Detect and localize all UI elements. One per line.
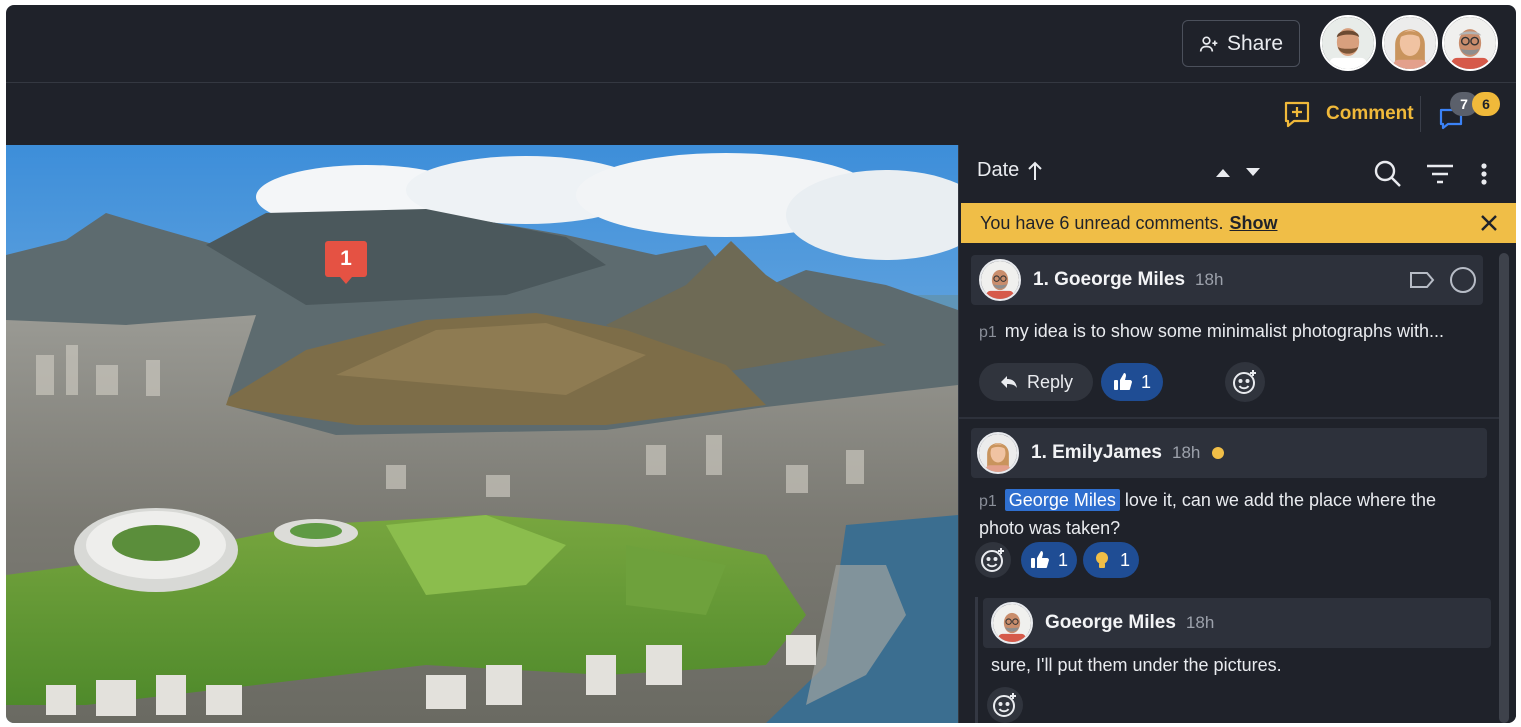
unread-banner-text: You have 6 unread comments. bbox=[980, 212, 1224, 233]
sort-label: Date bbox=[977, 159, 1020, 181]
divider bbox=[959, 417, 1499, 419]
avatar bbox=[991, 602, 1033, 644]
reply-thread-line bbox=[975, 597, 978, 723]
comment-header[interactable]: 1. EmilyJames 18h bbox=[971, 428, 1487, 478]
like-button[interactable]: 1 bbox=[1101, 363, 1163, 401]
comment-author: 1. Goeorge Miles bbox=[1033, 269, 1186, 290]
comment-time: 18h bbox=[1195, 270, 1224, 289]
comments-panel-toggle[interactable]: 7 6 bbox=[1436, 92, 1506, 136]
unread-indicator bbox=[1212, 447, 1225, 459]
aerial-city-photo bbox=[6, 145, 958, 723]
image-canvas[interactable]: 1 bbox=[6, 145, 958, 723]
add-emoji-icon bbox=[981, 548, 1004, 572]
divider bbox=[1420, 96, 1421, 132]
page-tag: p1 bbox=[979, 324, 997, 341]
collaborator-avatar[interactable] bbox=[1320, 15, 1376, 71]
share-label: Share bbox=[1226, 31, 1284, 55]
comment-label: Comment bbox=[1326, 103, 1414, 124]
lightbulb-icon bbox=[1095, 552, 1108, 568]
add-comment-button[interactable]: Comment bbox=[1282, 97, 1414, 131]
search-icon[interactable] bbox=[1373, 159, 1403, 189]
comment-bar: Comment 7 6 bbox=[6, 84, 1516, 144]
comment-time: 18h bbox=[1171, 443, 1201, 462]
comment-pin[interactable]: 1 bbox=[325, 241, 367, 284]
comment-body: p1 George Miles love it, can we add the p… bbox=[979, 487, 1479, 541]
show-unread-link[interactable]: Show bbox=[1230, 213, 1278, 234]
add-reaction-button[interactable] bbox=[987, 687, 1023, 723]
close-icon[interactable] bbox=[1480, 214, 1498, 232]
reply-button[interactable]: Reply bbox=[979, 363, 1093, 401]
app-window: Share Comment 7 6 1 Date You have 6 unre… bbox=[6, 5, 1516, 723]
share-button[interactable]: Share bbox=[1182, 20, 1300, 67]
like-count: 1 bbox=[1140, 371, 1151, 392]
add-reaction-button[interactable] bbox=[1225, 362, 1265, 402]
comments-panel: Date You have 6 unread comments. Show 1.… bbox=[958, 145, 1516, 723]
filter-icon[interactable] bbox=[1425, 159, 1455, 189]
like-button[interactable]: 1 bbox=[1021, 542, 1077, 578]
avatar bbox=[977, 432, 1019, 474]
top-bar: Share bbox=[6, 5, 1516, 83]
reply-arrow-icon bbox=[1000, 376, 1017, 388]
comment-header[interactable]: 1. Goeorge Miles 18h bbox=[971, 255, 1483, 305]
add-person-icon bbox=[1199, 36, 1218, 52]
avatar-woman bbox=[1384, 17, 1436, 69]
like-count: 1 bbox=[1057, 549, 1068, 570]
collaborator-avatar[interactable] bbox=[1442, 15, 1498, 71]
avatar-man-beard bbox=[1322, 17, 1374, 69]
next-comment-icon[interactable] bbox=[1244, 165, 1262, 179]
avatar-man-glasses bbox=[981, 261, 1019, 299]
reply-body: sure, I'll put them under the pictures. bbox=[991, 655, 1282, 675]
comment-text: my idea is to show some minimalist photo… bbox=[1004, 321, 1444, 341]
idea-reaction-button[interactable]: 1 bbox=[1083, 542, 1139, 578]
add-comment-icon bbox=[1284, 101, 1310, 128]
tag-icon[interactable] bbox=[1409, 271, 1435, 289]
reply-time: 18h bbox=[1185, 613, 1215, 632]
scrollbar[interactable] bbox=[1499, 253, 1509, 723]
add-reaction-button[interactable] bbox=[975, 542, 1011, 578]
reply-label: Reply bbox=[1026, 371, 1074, 392]
mention-tag[interactable]: George Miles bbox=[1004, 489, 1120, 511]
add-emoji-icon bbox=[1233, 370, 1256, 394]
page-tag: p1 bbox=[979, 493, 997, 510]
unread-banner: You have 6 unread comments. Show bbox=[961, 203, 1516, 243]
unread-comments-badge: 6 bbox=[1472, 92, 1500, 116]
reply-header[interactable]: Goeorge Miles 18h bbox=[983, 598, 1491, 648]
idea-count: 1 bbox=[1119, 549, 1130, 570]
reply-author: Goeorge Miles bbox=[1045, 612, 1176, 633]
avatar-man-glasses bbox=[1444, 17, 1496, 69]
panel-toolbar: Date bbox=[959, 145, 1516, 202]
thumbs-up-icon bbox=[1113, 373, 1132, 390]
thumbs-up-icon bbox=[1030, 551, 1049, 568]
comment-thread: 1. Goeorge Miles 18h p1 my idea is to sho… bbox=[959, 245, 1499, 723]
previous-comment-icon[interactable] bbox=[1214, 165, 1232, 179]
comment-author: 1. EmilyJames bbox=[1031, 442, 1162, 463]
avatar-man-glasses bbox=[993, 604, 1031, 642]
avatar bbox=[979, 259, 1021, 301]
sort-by-date-button[interactable]: Date bbox=[977, 159, 1043, 182]
arrow-up-icon bbox=[1028, 161, 1042, 180]
collaborator-avatar[interactable] bbox=[1382, 15, 1438, 71]
avatar-woman bbox=[979, 434, 1017, 472]
resolve-circle-icon[interactable] bbox=[1449, 266, 1477, 294]
comment-body: p1 my idea is to show some minimalist pho… bbox=[979, 318, 1479, 346]
add-emoji-icon bbox=[993, 693, 1016, 717]
more-options-icon[interactable] bbox=[1478, 159, 1490, 189]
